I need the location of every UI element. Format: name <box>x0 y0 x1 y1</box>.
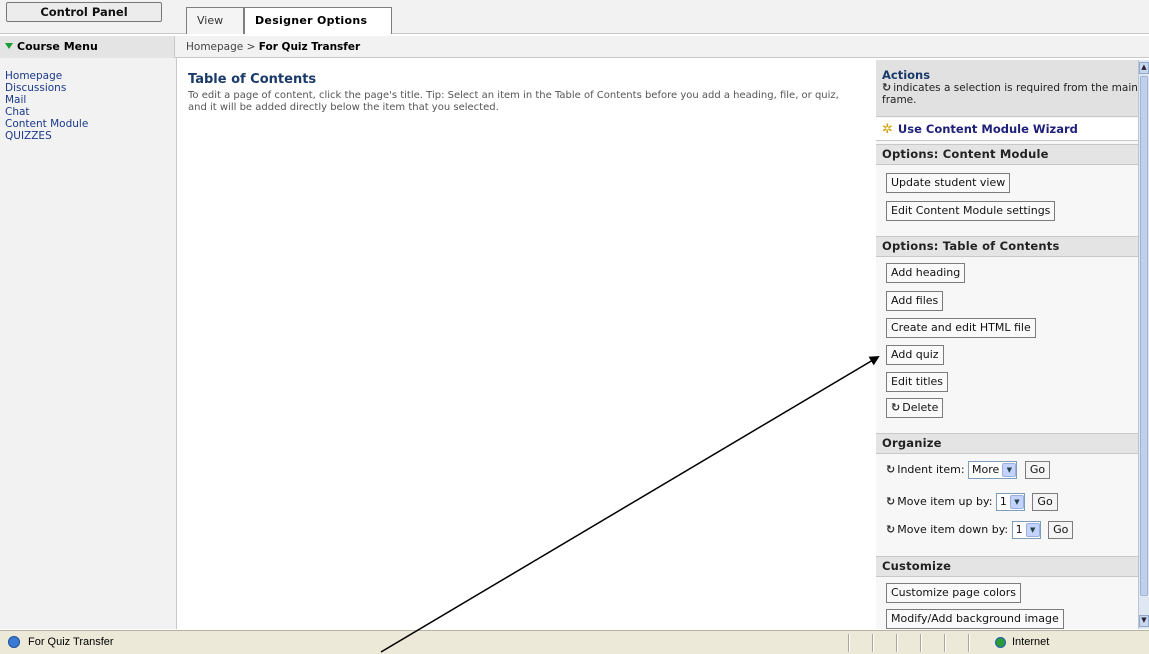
move-down-select[interactable]: 1 ▼ <box>1011 521 1041 539</box>
menu-item-quizzes[interactable]: QUIZZES <box>0 130 176 142</box>
indent-go-button[interactable]: Go <box>1024 461 1051 479</box>
move-down-select-value: 1 <box>1015 523 1023 536</box>
page-description: To edit a page of content, click the pag… <box>188 90 839 113</box>
dropdown-arrow-icon: ▼ <box>1002 463 1017 477</box>
control-panel-button[interactable]: Control Panel <box>6 2 162 22</box>
scrollbar-thumb[interactable] <box>1140 76 1148 596</box>
course-menu-header[interactable]: Course Menu <box>0 36 175 58</box>
content-module-wizard-link[interactable]: ✲ Use Content Module Wizard <box>876 118 1138 141</box>
top-toolbar: Control Panel View Designer Options <box>0 0 1149 34</box>
selection-arrow-icon: ↻ <box>886 463 896 476</box>
actions-scrollbar[interactable]: ▲ ▼ <box>1138 60 1149 629</box>
section-header-organize: Organize <box>876 433 1138 454</box>
scroll-up-arrow-icon[interactable]: ▲ <box>1139 62 1149 74</box>
status-divider <box>896 634 897 652</box>
actions-title: Actions <box>882 68 931 82</box>
move-down-row: ↻ Move item down by: 1 ▼ Go <box>886 520 1074 540</box>
indent-item-label: Indent item: <box>897 463 965 476</box>
add-quiz-button[interactable]: Add quiz <box>886 345 944 365</box>
move-up-row: ↻ Move item up by: 1 ▼ Go <box>886 492 1058 512</box>
expand-triangle-icon <box>5 43 13 49</box>
scroll-down-arrow-icon[interactable]: ▼ <box>1139 615 1149 627</box>
move-up-label: Move item up by: <box>897 495 993 508</box>
move-up-select-value: 1 <box>999 495 1007 508</box>
update-student-view-button[interactable]: Update student view <box>886 173 1011 193</box>
indent-select-value: More <box>972 463 1000 476</box>
section-header-content-module: Options: Content Module <box>876 144 1138 165</box>
breadcrumb-separator: > <box>246 41 256 53</box>
page-title: Table of Contents <box>188 72 317 87</box>
section-header-customize: Customize <box>876 556 1138 577</box>
edit-titles-button[interactable]: Edit titles <box>886 372 949 392</box>
wizard-label: Use Content Module Wizard <box>897 122 1078 136</box>
course-menu: Homepage Discussions Mail Chat Content M… <box>0 58 177 629</box>
breadcrumb: Homepage > For Quiz Transfer <box>186 36 360 58</box>
status-divider <box>944 634 945 652</box>
menu-item-mail[interactable]: Mail <box>0 94 176 106</box>
wizard-wand-icon: ✲ <box>882 122 893 137</box>
actions-panel: Actions ↻ indicates a selection is requir… <box>876 60 1138 629</box>
move-up-select[interactable]: 1 ▼ <box>995 493 1025 511</box>
status-text: For Quiz Transfer <box>28 636 114 648</box>
add-heading-button[interactable]: Add heading <box>886 263 966 283</box>
tab-designer-options[interactable]: Designer Options <box>244 7 392 34</box>
menu-item-discussions[interactable]: Discussions <box>0 82 176 94</box>
add-files-button[interactable]: Add files <box>886 291 944 311</box>
actions-note-text: indicates a selection is required from t… <box>882 82 1138 106</box>
edit-content-module-settings-button[interactable]: Edit Content Module settings <box>886 201 1056 221</box>
menu-item-homepage[interactable]: Homepage <box>0 70 176 82</box>
status-divider <box>968 634 969 652</box>
create-edit-html-file-button[interactable]: Create and edit HTML file <box>886 318 1036 338</box>
page-icon <box>8 636 20 648</box>
actions-note: ↻ indicates a selection is required from … <box>882 81 1138 107</box>
modify-background-image-button[interactable]: Modify/Add background image <box>886 609 1064 629</box>
tab-view[interactable]: View <box>186 7 244 34</box>
status-bar: For Quiz Transfer Internet <box>0 630 1149 654</box>
status-divider <box>872 634 873 652</box>
header-bar: Course Menu Homepage > For Quiz Transfer <box>0 36 1149 58</box>
menu-item-chat[interactable]: Chat <box>0 106 176 118</box>
selection-arrow-icon: ↻ <box>886 523 896 536</box>
status-divider <box>920 634 921 652</box>
customize-page-colors-button[interactable]: Customize page colors <box>886 583 1022 603</box>
dropdown-arrow-icon: ▼ <box>1025 523 1040 537</box>
breadcrumb-homepage[interactable]: Homepage <box>186 41 243 53</box>
menu-item-content-module[interactable]: Content Module <box>0 118 176 130</box>
move-down-label: Move item down by: <box>897 523 1009 536</box>
status-divider <box>848 634 849 652</box>
main-frame: Table of Contents To edit a page of cont… <box>178 58 870 629</box>
delete-button[interactable]: ↻ Delete <box>886 398 944 418</box>
indent-select[interactable]: More ▼ <box>968 461 1018 479</box>
internet-globe-icon <box>995 637 1006 648</box>
selection-arrow-icon: ↻ <box>891 401 901 414</box>
move-up-go-button[interactable]: Go <box>1032 493 1058 511</box>
section-header-table-of-contents: Options: Table of Contents <box>876 236 1138 257</box>
actions-header: Actions ↻ indicates a selection is requir… <box>876 60 1138 117</box>
selection-arrow-icon: ↻ <box>882 81 892 94</box>
dropdown-arrow-icon: ▼ <box>1009 495 1024 509</box>
course-menu-title: Course Menu <box>17 40 98 53</box>
indent-item-row: ↻ Indent item: More ▼ Go <box>886 460 1051 480</box>
move-down-go-button[interactable]: Go <box>1048 521 1074 539</box>
breadcrumb-current: For Quiz Transfer <box>258 41 361 53</box>
delete-label: Delete <box>902 401 939 414</box>
security-zone-label: Internet <box>1012 636 1050 648</box>
selection-arrow-icon: ↻ <box>886 495 896 508</box>
